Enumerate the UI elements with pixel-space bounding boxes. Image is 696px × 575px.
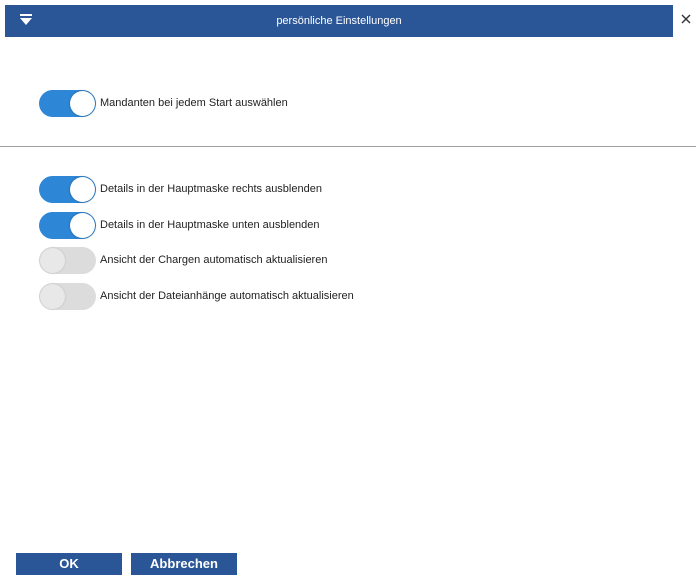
toggle-knob <box>70 90 95 116</box>
dialog-title: persönliche Einstellungen <box>276 15 402 27</box>
option-auto-refresh-batches: Ansicht der Chargen automatisch aktualis… <box>39 246 327 274</box>
close-icon[interactable] <box>680 12 692 24</box>
toggle-knob <box>40 283 65 309</box>
toggle-auto-refresh-batches[interactable] <box>39 246 96 274</box>
title-bar: persönliche Einstellungen <box>5 5 673 37</box>
option-label: Ansicht der Dateianhänge automatisch akt… <box>100 290 354 302</box>
option-label: Details in der Hauptmaske unten ausblend… <box>100 219 320 231</box>
cancel-button[interactable]: Abbrechen <box>131 553 237 575</box>
option-auto-refresh-attachments: Ansicht der Dateianhänge automatisch akt… <box>39 282 354 310</box>
settings-dialog: persönliche Einstellungen Mandanten bei … <box>0 0 696 575</box>
ok-button[interactable]: OK <box>16 553 122 575</box>
option-label: Mandanten bei jedem Start auswählen <box>100 97 288 109</box>
toggle-auto-refresh-attachments[interactable] <box>39 282 96 310</box>
toggle-hide-details-bottom[interactable] <box>39 211 96 239</box>
option-label: Ansicht der Chargen automatisch aktualis… <box>100 254 328 266</box>
toggle-knob <box>70 176 95 202</box>
option-select-client-on-start: Mandanten bei jedem Start auswählen <box>39 89 288 117</box>
option-hide-details-right: Details in der Hauptmaske rechts ausblen… <box>39 175 322 203</box>
toggle-hide-details-right[interactable] <box>39 175 96 203</box>
option-label: Details in der Hauptmaske rechts ausblen… <box>100 183 322 195</box>
toggle-select-client-on-start[interactable] <box>39 89 96 117</box>
toggle-knob <box>70 212 95 238</box>
toggle-knob <box>40 247 65 273</box>
option-hide-details-bottom: Details in der Hauptmaske unten ausblend… <box>39 211 320 239</box>
divider <box>0 146 696 147</box>
